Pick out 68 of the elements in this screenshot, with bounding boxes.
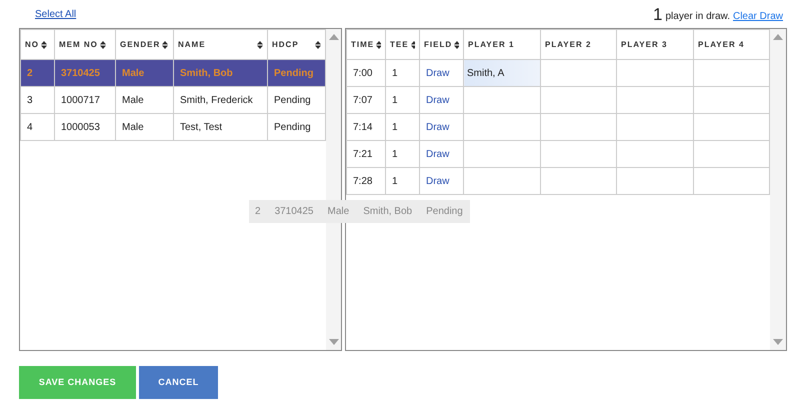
column-header[interactable]: NO [25,38,39,50]
player-slot[interactable] [464,86,540,114]
table-cell: Pending [274,122,311,132]
drag-preview-text: 3710425 [274,205,314,219]
player-slot[interactable] [540,114,616,140]
table-cell: Pending [274,68,314,78]
sort-icon[interactable] [454,40,459,48]
sort-icon[interactable] [315,40,321,48]
table-cell: 1 [392,68,398,78]
player-slot[interactable]: Smith, A [464,60,540,86]
column-header[interactable]: HDCP [272,38,299,50]
player-slot[interactable] [540,86,616,114]
table-cell: 1 [392,94,398,106]
table-cell: 1 [392,176,398,186]
scroll-up-icon[interactable] [328,34,338,40]
clear-draw-link[interactable]: Clear Draw [732,9,783,24]
table-cell: 2 [27,68,33,78]
table-cell: Smith, Bob [180,68,233,78]
player-slot[interactable] [616,114,694,140]
table-cell: 1000717 [61,94,100,106]
player-slot[interactable] [616,168,694,194]
sort-icon[interactable] [100,40,106,48]
sort-icon[interactable] [376,40,381,48]
member-row[interactable]: 4 1000053 Male Test, Test Pending [20,114,326,140]
cancel-button[interactable]: CANCEL [139,366,218,399]
table-cell: 1 [392,122,398,132]
table-cell: 7:28 [353,176,372,186]
table-cell: Male [122,68,144,78]
drag-preview-text: Male [328,205,350,219]
scrollbar[interactable] [770,29,786,350]
table-cell: 7:07 [353,94,372,106]
draw-summary-text: player in draw. [666,10,730,24]
table-cell: 1000053 [61,122,100,132]
table-cell: 7:21 [353,148,372,160]
player-slot[interactable] [616,86,694,114]
table-cell: 7:00 [353,68,372,78]
table-cell: 3710425 [61,68,100,78]
select-all-link[interactable]: Select All [35,7,76,22]
table-cell: Test, Test [180,122,222,132]
player-slot[interactable] [464,114,540,140]
player-slot[interactable] [540,140,616,168]
player-slot[interactable] [464,140,540,168]
table-cell: 1 [392,148,398,160]
table-cell: Male [122,94,144,106]
table-cell: 7:14 [353,122,372,132]
table-cell: Pending [274,94,311,106]
drag-preview-text: Smith, Bob [363,205,412,219]
drag-preview-text: Pending [426,205,463,219]
member-row[interactable]: 3 1000717 Male Smith, Frederick Pending [20,86,326,114]
player-slot[interactable] [540,60,616,86]
sort-icon[interactable] [257,40,263,48]
table-cell: 3 [27,94,33,106]
player-slot[interactable] [464,168,540,194]
drag-preview-text: 2 [255,205,261,219]
scroll-up-icon[interactable] [773,34,783,40]
table-cell: 4 [27,122,33,132]
table-cell: Male [122,122,144,132]
sort-icon[interactable] [410,40,415,48]
player-slot[interactable] [540,168,616,194]
player-count: 1 [653,6,662,24]
sort-icon[interactable] [162,40,168,48]
player-slot[interactable] [616,60,694,86]
table-cell: Smith, Frederick [180,94,253,106]
sort-icon[interactable] [41,40,47,48]
scroll-down-icon[interactable] [773,339,783,345]
column-header[interactable]: NAME [178,38,206,50]
player-slot[interactable] [616,140,694,168]
scroll-down-icon[interactable] [328,339,338,345]
